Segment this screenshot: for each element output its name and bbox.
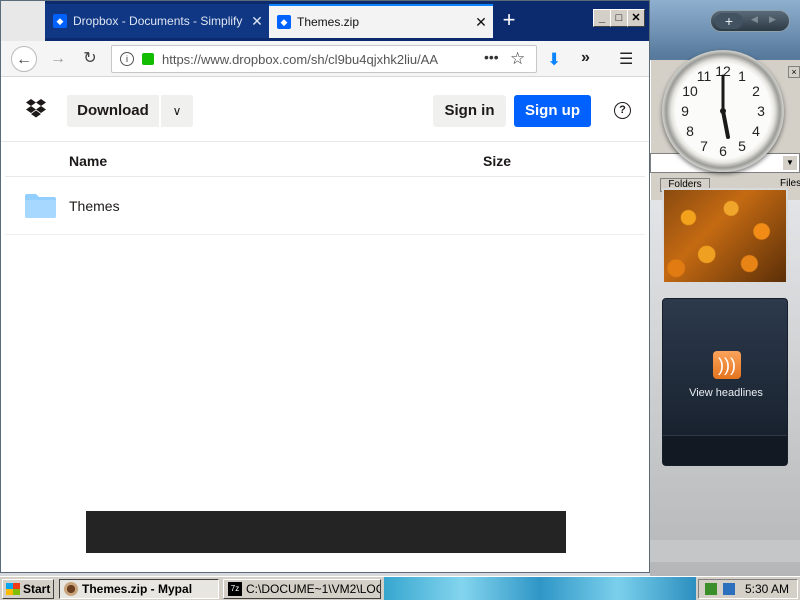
tab-bar: ◆ Dropbox - Documents - Simplify yo ✕ ◆ … xyxy=(1,1,649,41)
dropbox-favicon-icon: ◆ xyxy=(53,14,67,28)
slideshow-gadget-flowers[interactable] xyxy=(662,188,788,284)
view-headlines-label[interactable]: View headlines xyxy=(663,387,789,399)
folder-icon xyxy=(25,194,56,218)
clock-numeral-5: 5 xyxy=(738,138,746,154)
clock-numeral-6: 6 xyxy=(719,143,727,159)
bookmark-star-icon[interactable]: ☆ xyxy=(510,49,525,69)
next-gadget-icon[interactable]: ▶ xyxy=(769,14,776,25)
page-content: Download ∨ Sign in Sign up ? Name Size T… xyxy=(1,78,649,572)
rss-icon: ))) xyxy=(713,351,741,379)
feed-gadget-footer xyxy=(663,435,787,465)
download-button[interactable]: Download xyxy=(67,95,159,127)
clock-numeral-11: 11 xyxy=(697,68,712,84)
cookie-banner xyxy=(86,511,566,553)
page-actions-icon[interactable]: ••• xyxy=(484,49,499,65)
file-name[interactable]: Themes xyxy=(69,198,120,214)
taskbar-clock[interactable]: 5:30 AM xyxy=(745,582,789,596)
taskbar-item-label: C:\DOCUME~1\VM2\LOC... xyxy=(246,582,381,596)
new-tab-button[interactable]: + xyxy=(495,7,523,35)
system-tray: 5:30 AM xyxy=(698,579,798,599)
taskbar-item-command-prompt[interactable]: 7z C:\DOCUME~1\VM2\LOC... xyxy=(223,579,381,599)
overflow-chevron-icon[interactable]: » xyxy=(581,49,590,67)
dropdown-arrow-icon[interactable]: ▼ xyxy=(783,156,797,170)
maximize-button[interactable]: □ xyxy=(610,9,628,27)
sidebar-controls: + ◀ ▶ xyxy=(710,10,790,32)
close-tab-icon[interactable]: ✕ xyxy=(469,14,493,31)
sidebar-bottom-strip xyxy=(650,540,800,562)
dropbox-favicon-icon: ◆ xyxy=(277,15,291,29)
hamburger-menu-icon[interactable]: ☰ xyxy=(619,49,633,69)
tab-bar-left-area xyxy=(1,1,45,41)
tab-dropbox-documents[interactable]: ◆ Dropbox - Documents - Simplify yo ✕ xyxy=(45,4,269,38)
clock-numeral-1: 1 xyxy=(738,68,746,84)
clock-numeral-7: 7 xyxy=(700,138,708,154)
clock-center xyxy=(720,108,726,114)
navigation-toolbar: ← → ↻ i https://www.dropbox.com/sh/cl9bu… xyxy=(1,41,649,77)
background-window-close-button[interactable]: × xyxy=(788,66,800,78)
close-window-button[interactable]: ✕ xyxy=(627,9,645,27)
taskbar-item-label: Themes.zip - Mypal xyxy=(82,582,193,596)
taskbar-item-mypal[interactable]: Themes.zip - Mypal xyxy=(59,579,219,599)
url-text[interactable]: https://www.dropbox.com/sh/cl9bu4qjxhk2l… xyxy=(162,52,446,67)
table-row[interactable]: Themes xyxy=(5,178,645,235)
add-gadget-button[interactable]: + xyxy=(715,13,743,29)
column-header-size[interactable]: Size xyxy=(483,153,511,169)
clock-numeral-3: 3 xyxy=(757,103,765,119)
taskbar-wallpaper-strip xyxy=(384,577,696,600)
lock-icon[interactable] xyxy=(142,53,154,65)
network-tray-icon[interactable] xyxy=(705,583,717,595)
close-tab-icon[interactable]: ✕ xyxy=(245,13,269,30)
start-label: Start xyxy=(23,582,51,596)
browser-window: ◆ Dropbox - Documents - Simplify yo ✕ ◆ … xyxy=(0,0,650,573)
download-options-chevron-icon[interactable]: ∨ xyxy=(161,95,193,127)
file-table-header: Name Size xyxy=(5,143,645,177)
page-header: Download ∨ Sign in Sign up ? xyxy=(1,78,649,142)
reload-button[interactable]: ↻ xyxy=(77,46,103,72)
clock-gadget[interactable]: 12 1 2 3 4 5 6 7 8 9 10 11 xyxy=(662,50,784,172)
clock-face: 12 1 2 3 4 5 6 7 8 9 10 11 xyxy=(681,63,765,159)
column-header-name[interactable]: Name xyxy=(69,153,107,169)
tab-title: Dropbox - Documents - Simplify yo xyxy=(73,14,245,28)
volume-tray-icon[interactable] xyxy=(723,583,735,595)
clock-numeral-4: 4 xyxy=(752,123,760,139)
tab-themes-zip[interactable]: ◆ Themes.zip ✕ xyxy=(269,4,493,38)
address-bar[interactable]: i https://www.dropbox.com/sh/cl9bu4qjxhk… xyxy=(111,45,537,73)
minimize-button[interactable]: _ xyxy=(593,9,611,27)
back-button[interactable]: ← xyxy=(11,46,37,72)
sign-in-button[interactable]: Sign in xyxy=(433,95,506,127)
start-button[interactable]: Start xyxy=(2,579,54,599)
feed-headlines-gadget[interactable]: ))) View headlines xyxy=(662,298,788,466)
mypal-browser-icon xyxy=(64,582,78,596)
dropbox-logo-icon[interactable] xyxy=(25,98,47,120)
forward-button[interactable]: → xyxy=(45,46,71,72)
command-prompt-icon: 7z xyxy=(228,582,242,596)
downloads-icon[interactable]: ⬇ xyxy=(547,50,561,70)
info-icon[interactable]: i xyxy=(120,52,134,66)
clock-numeral-9: 9 xyxy=(681,103,689,119)
clock-numeral-8: 8 xyxy=(686,123,694,139)
clock-numeral-10: 10 xyxy=(682,83,698,99)
sign-up-button[interactable]: Sign up xyxy=(514,95,591,127)
taskbar: Start Themes.zip - Mypal 7z C:\DOCUME~1\… xyxy=(0,576,800,600)
help-icon[interactable]: ? xyxy=(614,102,631,119)
tab-title: Themes.zip xyxy=(297,15,360,29)
windows-logo-icon xyxy=(6,583,20,595)
previous-gadget-icon[interactable]: ◀ xyxy=(751,14,758,25)
clock-hour-hand xyxy=(721,109,730,139)
clock-numeral-2: 2 xyxy=(752,83,760,99)
